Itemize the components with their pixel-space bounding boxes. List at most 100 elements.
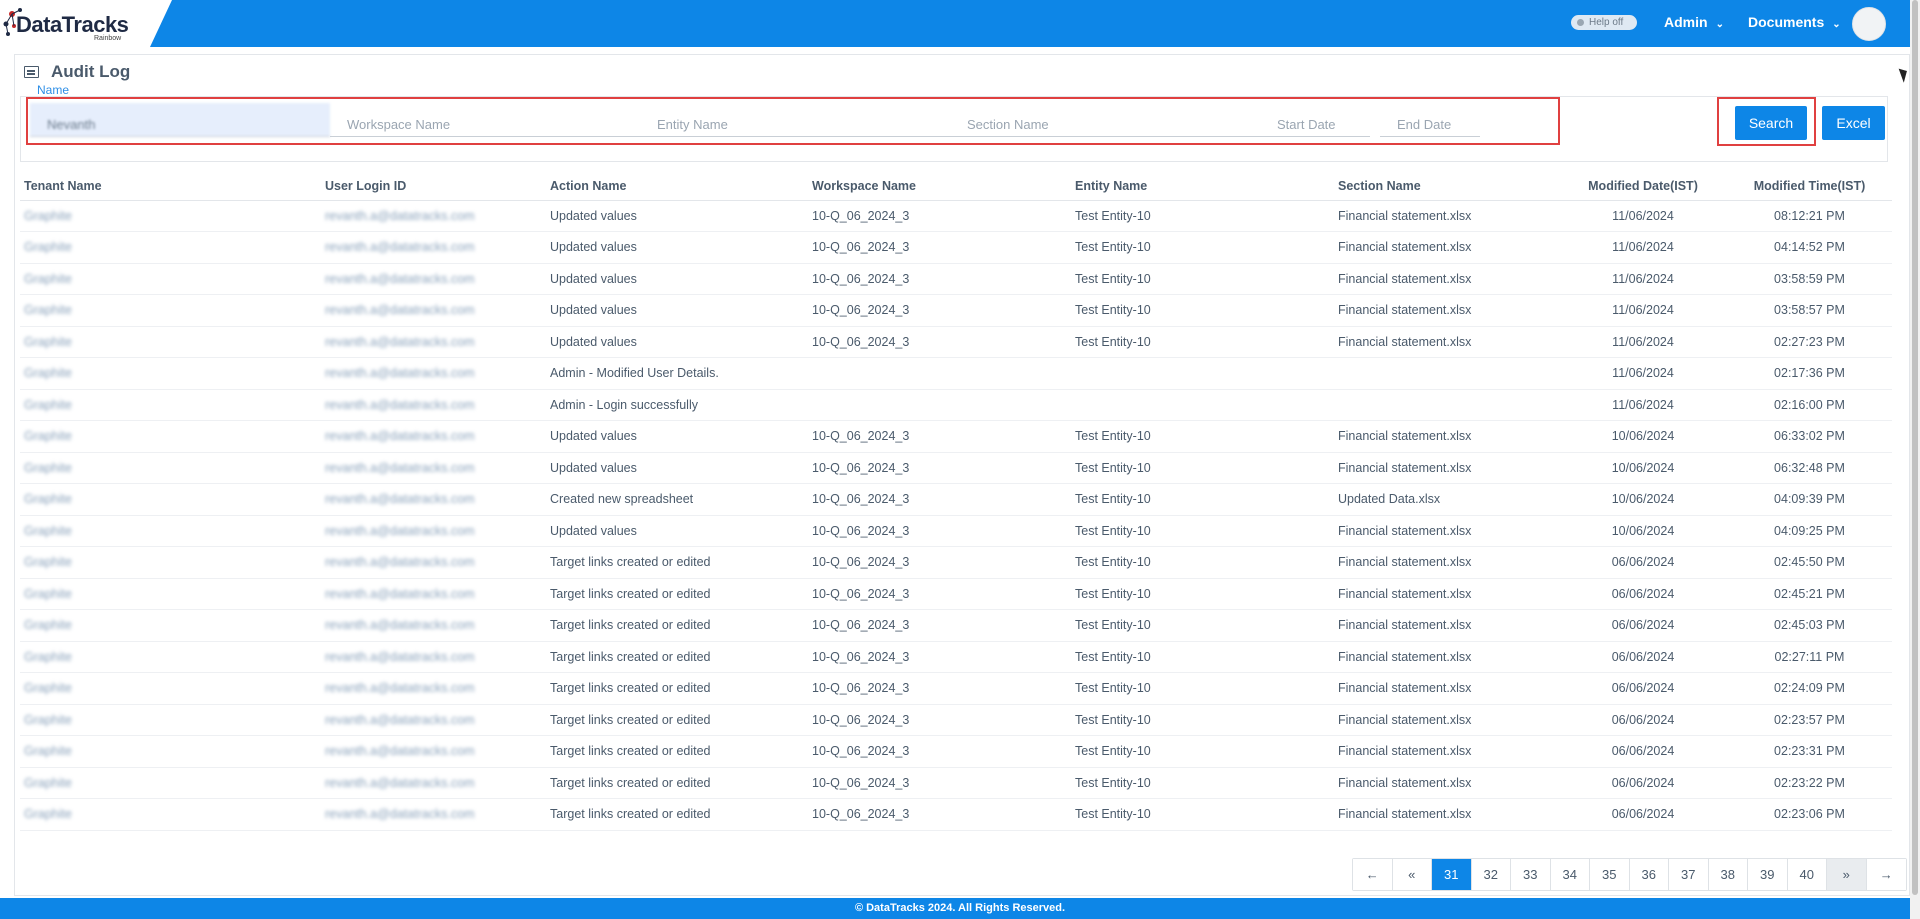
- table-cell: Graphite: [20, 641, 321, 673]
- documents-menu[interactable]: Documents ⌄: [1748, 14, 1841, 30]
- table-row: Graphite revanth.a@datatracks.com Updated …: [20, 420, 1892, 453]
- table-cell: Graphite: [20, 452, 321, 484]
- audit-log-table: Tenant Name User Login ID Action Name Works…: [20, 172, 1892, 831]
- next-page-button[interactable]: →: [1866, 859, 1906, 890]
- page-33-button[interactable]: 33: [1511, 859, 1551, 890]
- first-page-button[interactable]: «: [1392, 859, 1432, 890]
- table-cell: Test Entity-10: [1071, 263, 1334, 295]
- table-cell: Updated values: [546, 452, 808, 484]
- help-toggle-label: Help off: [1589, 17, 1624, 28]
- table-cell: Financial statement.xlsx: [1334, 420, 1559, 453]
- table-cell: 03:58:57 PM: [1727, 294, 1892, 327]
- table-cell: 06:32:48 PM: [1727, 452, 1892, 484]
- table-row: Graphite revanth.a@datatracks.com Updated …: [20, 515, 1892, 547]
- table-cell: Graphite: [20, 357, 321, 390]
- page-37-button[interactable]: 37: [1669, 859, 1709, 890]
- table-cell: 10-Q_06_2024_3: [808, 294, 1071, 327]
- table-cell: Target links created or edited: [546, 546, 808, 579]
- table-cell: revanth.a@datatracks.com: [321, 294, 546, 327]
- table-cell: Test Entity-10: [1071, 200, 1334, 232]
- table-cell: Updated Data.xlsx: [1334, 483, 1559, 516]
- table-cell: Graphite: [20, 735, 321, 768]
- table-cell: revanth.a@datatracks.com: [321, 641, 546, 673]
- table-row: Graphite revanth.a@datatracks.com Target l…: [20, 609, 1892, 642]
- table-cell: Graphite: [20, 609, 321, 642]
- page-36-button[interactable]: 36: [1629, 859, 1669, 890]
- table-cell: 06/06/2024: [1559, 546, 1727, 579]
- admin-menu[interactable]: Admin ⌄: [1664, 14, 1724, 30]
- table-cell: Graphite: [20, 483, 321, 516]
- logo[interactable]: DataTracks Rainbow: [0, 0, 150, 47]
- help-toggle[interactable]: Help off: [1571, 15, 1637, 30]
- table-cell: Target links created or edited: [546, 798, 808, 831]
- avatar[interactable]: [1852, 7, 1886, 41]
- last-page-button[interactable]: »: [1827, 859, 1867, 890]
- table-cell: 06/06/2024: [1559, 578, 1727, 610]
- table-cell: 10/06/2024: [1559, 452, 1727, 484]
- table-row: Graphite revanth.a@datatracks.com Updated …: [20, 263, 1892, 295]
- page-32-button[interactable]: 32: [1471, 859, 1511, 890]
- column-header: Entity Name: [1071, 172, 1334, 201]
- table-cell: Test Entity-10: [1071, 294, 1334, 327]
- table-cell: 10-Q_06_2024_3: [808, 798, 1071, 831]
- table-cell: Graphite: [20, 294, 321, 327]
- table-cell: Financial statement.xlsx: [1334, 231, 1559, 264]
- table-cell: 10/06/2024: [1559, 483, 1727, 516]
- table-cell: 10-Q_06_2024_3: [808, 231, 1071, 264]
- page-38-button[interactable]: 38: [1708, 859, 1748, 890]
- table-cell: 02:16:00 PM: [1727, 389, 1892, 421]
- page-35-button[interactable]: 35: [1590, 859, 1630, 890]
- table-cell: 10-Q_06_2024_3: [808, 672, 1071, 705]
- table-cell: Updated values: [546, 326, 808, 358]
- table-cell: 04:09:39 PM: [1727, 483, 1892, 516]
- table-cell: Graphite: [20, 672, 321, 705]
- table-cell: Graphite: [20, 263, 321, 295]
- table-cell: Updated values: [546, 200, 808, 232]
- table-cell: [1071, 357, 1334, 390]
- table-cell: revanth.a@datatracks.com: [321, 767, 546, 799]
- chevron-down-icon: ⌄: [1832, 19, 1841, 30]
- documents-menu-label: Documents: [1748, 14, 1825, 30]
- table-cell: Graphite: [20, 326, 321, 358]
- table-cell: revanth.a@datatracks.com: [321, 231, 546, 264]
- table-cell: Financial statement.xlsx: [1334, 641, 1559, 673]
- table-cell: Financial statement.xlsx: [1334, 515, 1559, 547]
- table-cell: [1071, 389, 1334, 421]
- table-cell: 06/06/2024: [1559, 798, 1727, 831]
- footer-copyright: © DataTracks 2024. All Rights Reserved.: [854, 902, 1066, 914]
- table-cell: 06/06/2024: [1559, 609, 1727, 642]
- table-row: Graphite revanth.a@datatracks.com Updated …: [20, 200, 1892, 232]
- table-cell: 10/06/2024: [1559, 515, 1727, 547]
- table-cell: 06/06/2024: [1559, 735, 1727, 768]
- page-31-button[interactable]: 31: [1432, 859, 1472, 890]
- scrollbar-thumb[interactable]: [1912, 0, 1918, 895]
- table-cell: Test Entity-10: [1071, 483, 1334, 516]
- table-row: Graphite revanth.a@datatracks.com Updated …: [20, 452, 1892, 484]
- table-cell: Target links created or edited: [546, 704, 808, 736]
- page-40-button[interactable]: 40: [1787, 859, 1827, 890]
- table-cell: 02:17:36 PM: [1727, 357, 1892, 390]
- table-cell: 02:27:11 PM: [1727, 641, 1892, 673]
- logo-wedge: [150, 0, 172, 47]
- table-cell: Updated values: [546, 231, 808, 264]
- table-cell: 11/06/2024: [1559, 263, 1727, 295]
- excel-button[interactable]: Excel: [1822, 106, 1885, 140]
- list-icon: [24, 66, 39, 78]
- table-cell: 10-Q_06_2024_3: [808, 641, 1071, 673]
- table-cell: 02:27:23 PM: [1727, 326, 1892, 358]
- page-39-button[interactable]: 39: [1748, 859, 1788, 890]
- column-header: Section Name: [1334, 172, 1559, 201]
- table-cell: 10-Q_06_2024_3: [808, 767, 1071, 799]
- column-header: Tenant Name: [20, 172, 321, 201]
- prev-page-button[interactable]: ←: [1353, 859, 1393, 890]
- table-cell: Graphite: [20, 231, 321, 264]
- table-cell: 02:45:50 PM: [1727, 546, 1892, 579]
- table-row: Graphite revanth.a@datatracks.com Admin - …: [20, 357, 1892, 390]
- table-cell: revanth.a@datatracks.com: [321, 389, 546, 421]
- table-cell: revanth.a@datatracks.com: [321, 672, 546, 705]
- page-34-button[interactable]: 34: [1550, 859, 1590, 890]
- table-cell: Test Entity-10: [1071, 767, 1334, 799]
- table-cell: revanth.a@datatracks.com: [321, 546, 546, 579]
- table-cell: 10/06/2024: [1559, 420, 1727, 453]
- table-cell: Financial statement.xlsx: [1334, 452, 1559, 484]
